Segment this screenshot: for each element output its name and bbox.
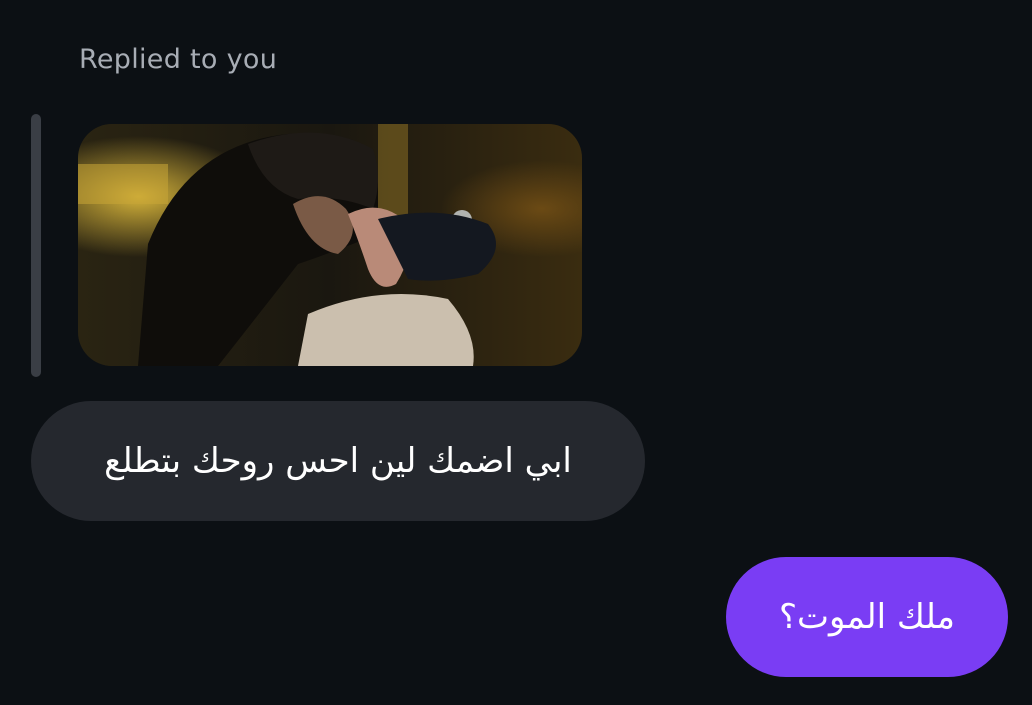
incoming-message-bubble[interactable]: ابي اضمك لين احس روحك بتطلع bbox=[31, 401, 645, 521]
replied-gif-thumbnail[interactable] bbox=[78, 124, 582, 366]
chat-thread: Replied to you ابي اضمك لين احس روحك بتط… bbox=[0, 0, 1032, 705]
outgoing-message-bubble[interactable]: ملك الموت؟ bbox=[726, 557, 1008, 677]
reply-quote-bar bbox=[31, 114, 41, 377]
reply-context-label: Replied to you bbox=[79, 44, 278, 75]
